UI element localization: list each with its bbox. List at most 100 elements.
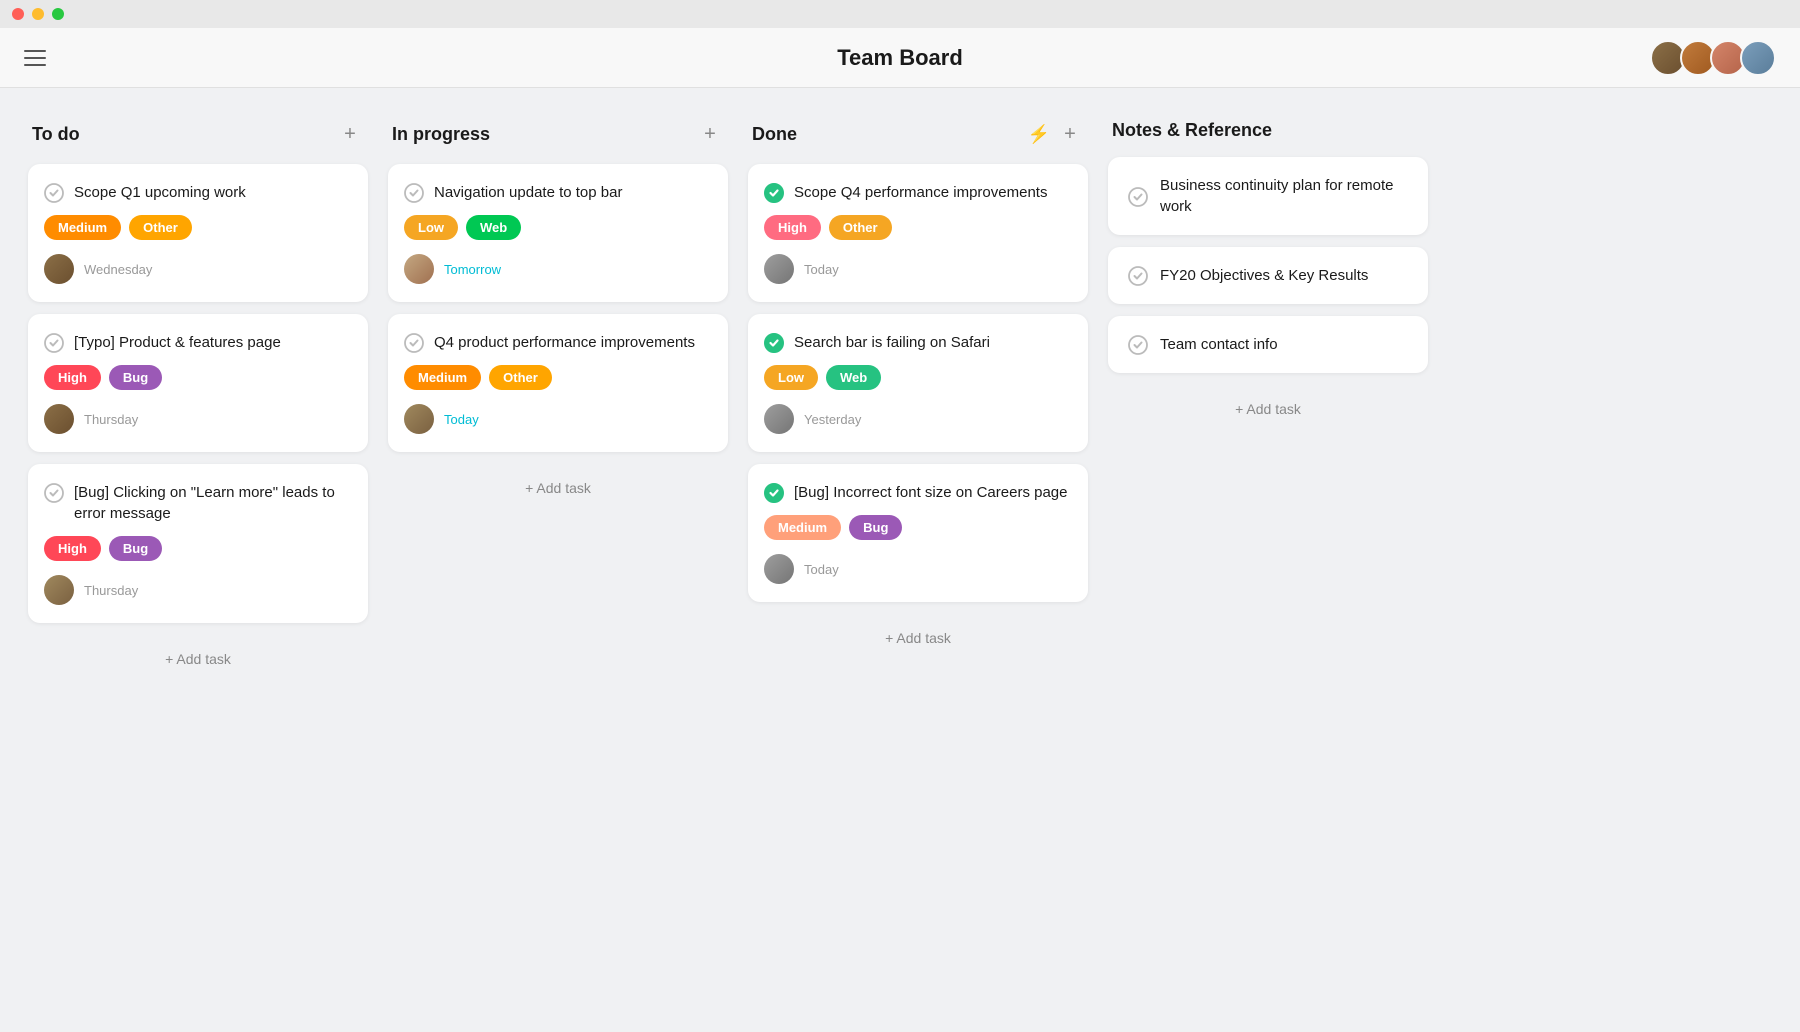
- card-title: [Bug] Incorrect font size on Careers pag…: [794, 482, 1067, 503]
- done-card-1: Scope Q4 performance improvements High O…: [748, 164, 1088, 302]
- card-footer: Wednesday: [44, 254, 352, 284]
- card-footer: Thursday: [44, 575, 352, 605]
- card-avatar: [764, 554, 794, 584]
- board: To do + Scope Q1 upcoming work Medium Ot…: [0, 88, 1800, 1032]
- card-footer: Yesterday: [764, 404, 1072, 434]
- check-done-icon: [764, 183, 784, 203]
- header-avatars: [1650, 40, 1776, 76]
- todo-card-3: [Bug] Clicking on "Learn more" leads to …: [28, 464, 368, 623]
- card-date: Wednesday: [84, 262, 152, 277]
- card-tags: Low Web: [764, 365, 1072, 390]
- tag-high[interactable]: High: [44, 365, 101, 390]
- column-title-notes: Notes & Reference: [1112, 120, 1424, 141]
- tag-bug[interactable]: Bug: [109, 536, 162, 561]
- check-icon: [44, 333, 64, 353]
- todo-card-1: Scope Q1 upcoming work Medium Other Wedn…: [28, 164, 368, 302]
- card-date: Thursday: [84, 412, 138, 427]
- note-card-3[interactable]: Team contact info: [1108, 316, 1428, 373]
- card-title: Navigation update to top bar: [434, 182, 622, 203]
- done-card-2: Search bar is failing on Safari Low Web …: [748, 314, 1088, 452]
- inprogress-card-1: Navigation update to top bar Low Web Tom…: [388, 164, 728, 302]
- maximize-dot[interactable]: [52, 8, 64, 20]
- check-done-icon: [764, 483, 784, 503]
- avatar-4[interactable]: [1740, 40, 1776, 76]
- tag-high[interactable]: High: [764, 215, 821, 240]
- todo-card-2: [Typo] Product & features page High Bug …: [28, 314, 368, 452]
- card-title: Scope Q4 performance improvements: [794, 182, 1047, 203]
- card-date: Thursday: [84, 583, 138, 598]
- tag-other[interactable]: Other: [489, 365, 552, 390]
- column-done: Done ⚡ + Scope Q4 performance improvemen…: [748, 120, 1088, 658]
- note-check-icon: [1128, 335, 1148, 355]
- column-title-todo: To do: [32, 124, 336, 145]
- check-done-icon: [764, 333, 784, 353]
- tag-other[interactable]: Other: [129, 215, 192, 240]
- done-card-3: [Bug] Incorrect font size on Careers pag…: [748, 464, 1088, 602]
- tag-web[interactable]: Web: [826, 365, 881, 390]
- card-date: Today: [444, 412, 479, 427]
- check-icon: [44, 183, 64, 203]
- note-check-icon: [1128, 266, 1148, 286]
- card-title: [Bug] Clicking on "Learn more" leads to …: [74, 482, 352, 524]
- tag-medium[interactable]: Medium: [764, 515, 841, 540]
- add-done-button[interactable]: +: [1056, 120, 1084, 148]
- card-avatar: [404, 254, 434, 284]
- tag-web[interactable]: Web: [466, 215, 521, 240]
- card-tags: Medium Other: [404, 365, 712, 390]
- card-footer: Tomorrow: [404, 254, 712, 284]
- column-header-todo: To do +: [28, 120, 368, 148]
- column-notes: Notes & Reference Business continuity pl…: [1108, 120, 1428, 429]
- card-tags: High Other: [764, 215, 1072, 240]
- add-inprogress-button[interactable]: +: [696, 120, 724, 148]
- tag-other[interactable]: Other: [829, 215, 892, 240]
- column-title-inprogress: In progress: [392, 124, 696, 145]
- column-title-done: Done: [752, 124, 1028, 145]
- titlebar: [0, 0, 1800, 28]
- add-todo-button[interactable]: +: [336, 120, 364, 148]
- minimize-dot[interactable]: [32, 8, 44, 20]
- note-check-icon: [1128, 187, 1148, 207]
- tag-high[interactable]: High: [44, 536, 101, 561]
- note-card-2[interactable]: FY20 Objectives & Key Results: [1108, 247, 1428, 304]
- inprogress-card-2: Q4 product performance improvements Medi…: [388, 314, 728, 452]
- card-tags: High Bug: [44, 536, 352, 561]
- card-tags: Low Web: [404, 215, 712, 240]
- add-task-inprogress[interactable]: + Add task: [388, 468, 728, 508]
- add-task-todo[interactable]: + Add task: [28, 639, 368, 679]
- card-date: Today: [804, 562, 839, 577]
- page-title: Team Board: [837, 45, 963, 71]
- tag-medium[interactable]: Medium: [404, 365, 481, 390]
- card-avatar: [44, 575, 74, 605]
- card-tags: Medium Bug: [764, 515, 1072, 540]
- card-avatar: [44, 404, 74, 434]
- app-header: Team Board: [0, 28, 1800, 88]
- add-task-done[interactable]: + Add task: [748, 618, 1088, 658]
- close-dot[interactable]: [12, 8, 24, 20]
- check-icon: [404, 183, 424, 203]
- note-card-1[interactable]: Business continuity plan for remote work: [1108, 157, 1428, 235]
- lightning-icon: ⚡: [1028, 124, 1050, 145]
- card-tags: High Bug: [44, 365, 352, 390]
- note-title: Business continuity plan for remote work: [1160, 175, 1408, 217]
- tag-bug[interactable]: Bug: [109, 365, 162, 390]
- menu-button[interactable]: [24, 50, 46, 66]
- card-tags: Medium Other: [44, 215, 352, 240]
- add-task-notes[interactable]: + Add task: [1108, 389, 1428, 429]
- tag-medium[interactable]: Medium: [44, 215, 121, 240]
- note-title: Team contact info: [1160, 334, 1278, 355]
- card-avatar: [44, 254, 74, 284]
- tag-bug[interactable]: Bug: [849, 515, 902, 540]
- card-footer: Today: [404, 404, 712, 434]
- tag-low[interactable]: Low: [764, 365, 818, 390]
- column-header-done: Done ⚡ +: [748, 120, 1088, 148]
- card-title: Q4 product performance improvements: [434, 332, 695, 353]
- check-icon: [404, 333, 424, 353]
- tag-low[interactable]: Low: [404, 215, 458, 240]
- card-footer: Today: [764, 554, 1072, 584]
- card-avatar: [764, 254, 794, 284]
- card-title: Scope Q1 upcoming work: [74, 182, 246, 203]
- card-footer: Thursday: [44, 404, 352, 434]
- card-title: Search bar is failing on Safari: [794, 332, 990, 353]
- card-title: [Typo] Product & features page: [74, 332, 281, 353]
- column-inprogress: In progress + Navigation update to top b…: [388, 120, 728, 508]
